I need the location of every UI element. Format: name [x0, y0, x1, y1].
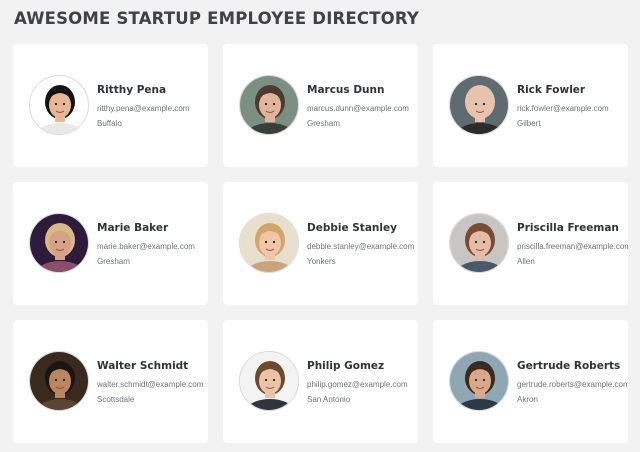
portrait-photo	[450, 214, 508, 272]
employee-name: Priscilla Freeman	[517, 222, 619, 234]
employee-name: Walter Schmidt	[97, 360, 189, 372]
avatar	[449, 213, 509, 273]
avatar	[29, 351, 89, 411]
avatar	[449, 351, 509, 411]
employee-city: Allen	[517, 257, 535, 266]
employee-name: Debbie Stanley	[307, 222, 397, 234]
employee-city: San Antonio	[307, 395, 351, 404]
avatar	[449, 75, 509, 135]
employee-email: marie.baker@example.com	[97, 242, 195, 251]
portrait-photo	[240, 214, 298, 272]
employee-card[interactable]: Priscilla Freeman priscilla.freeman@exam…	[433, 182, 628, 305]
employee-city: Buffalo	[97, 119, 122, 128]
employee-city: Gilbert	[517, 119, 541, 128]
employee-city: Scottsdale	[97, 395, 135, 404]
employee-name: Gertrude Roberts	[517, 360, 621, 372]
avatar	[29, 213, 89, 273]
portrait-photo	[240, 352, 298, 410]
avatar	[239, 351, 299, 411]
employee-card[interactable]: Rick Fowler rick.fowler@example.com Gilb…	[433, 44, 628, 167]
employee-city: Gresham	[307, 119, 340, 128]
employee-email: walter.schmidt@example.com	[97, 380, 204, 389]
portrait-photo	[450, 352, 508, 410]
portrait-photo	[30, 214, 88, 272]
employee-card[interactable]: Marie Baker marie.baker@example.com Gres…	[13, 182, 208, 305]
employee-grid: Ritthy Pena ritthy.pena@example.com Buff…	[13, 44, 628, 443]
avatar	[239, 75, 299, 135]
employee-email: marcus.dunn@example.com	[307, 104, 409, 113]
employee-city: Yonkers	[307, 257, 336, 266]
employee-card[interactable]: Ritthy Pena ritthy.pena@example.com Buff…	[13, 44, 208, 167]
avatar	[29, 75, 89, 135]
portrait-photo	[450, 76, 508, 134]
portrait-photo	[240, 76, 298, 134]
employee-name: Marcus Dunn	[307, 84, 385, 96]
employee-email: rick.fowler@example.com	[517, 104, 609, 113]
page-title: AWESOME STARTUP EMPLOYEE DIRECTORY	[14, 9, 420, 28]
employee-card[interactable]: Marcus Dunn marcus.dunn@example.com Gres…	[223, 44, 418, 167]
employee-card[interactable]: Philip Gomez philip.gomez@example.com Sa…	[223, 320, 418, 443]
employee-email: priscilla.freeman@example.com	[517, 242, 628, 251]
employee-card[interactable]: Walter Schmidt walter.schmidt@example.co…	[13, 320, 208, 443]
employee-city: Akron	[517, 395, 538, 404]
employee-name: Philip Gomez	[307, 360, 385, 372]
portrait-photo	[30, 76, 88, 134]
employee-card[interactable]: Debbie Stanley debbie.stanley@example.co…	[223, 182, 418, 305]
avatar	[239, 213, 299, 273]
employee-email: ritthy.pena@example.com	[97, 104, 190, 113]
employee-card[interactable]: Gertrude Roberts gertrude.roberts@exampl…	[433, 320, 628, 443]
employee-email: philip.gomez@example.com	[307, 380, 408, 389]
employee-city: Gresham	[97, 257, 130, 266]
employee-name: Rick Fowler	[517, 84, 586, 96]
portrait-photo	[30, 352, 88, 410]
employee-email: debbie.stanley@example.com	[307, 242, 415, 251]
employee-name: Marie Baker	[97, 222, 169, 234]
employee-email: gertrude.roberts@example.com	[517, 380, 628, 389]
employee-name: Ritthy Pena	[97, 84, 167, 96]
